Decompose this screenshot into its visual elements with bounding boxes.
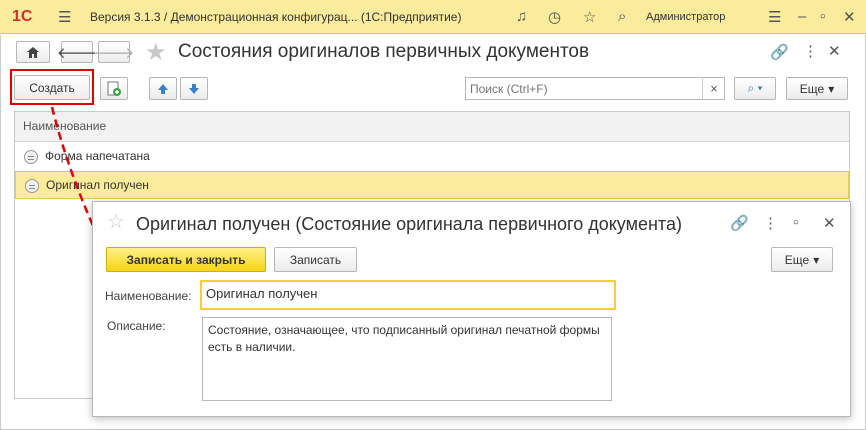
item-dialog: ☆ Оригинал получен (Состояние оригинала … — [92, 201, 851, 417]
save-button[interactable]: Записать — [274, 247, 357, 272]
description-label: Описание: — [107, 319, 166, 333]
description-field[interactable]: Состояние, означающее, что подписанный о… — [202, 317, 612, 401]
dialog-title: Оригинал получен (Состояние оригинала пе… — [136, 214, 682, 234]
more-vertical-icon[interactable]: ⋮ — [763, 214, 778, 232]
more-button[interactable]: Еще ▾ — [771, 247, 833, 272]
name-label: Наименование: — [105, 289, 192, 303]
link-icon[interactable]: 🔗 — [730, 214, 749, 232]
chevron-down-icon: ▾ — [813, 252, 820, 267]
more-button-label: Еще — [784, 252, 810, 267]
dialog-close-icon[interactable]: ✕ — [823, 214, 836, 232]
save-and-close-button[interactable]: Записать и закрыть — [106, 247, 266, 272]
name-field[interactable]: Оригинал получен — [200, 280, 616, 310]
favorite-star-icon[interactable]: ☆ — [107, 209, 125, 234]
maximize-icon[interactable]: ▫ — [793, 214, 798, 231]
